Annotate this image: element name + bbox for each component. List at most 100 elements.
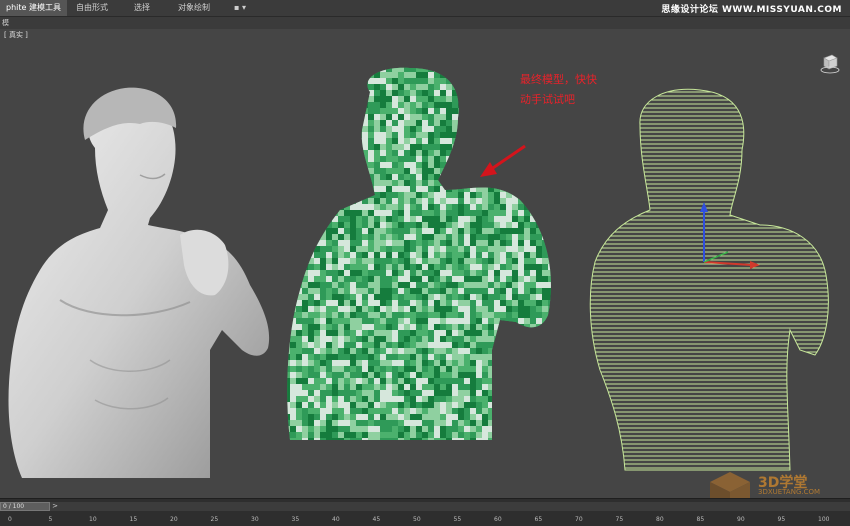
voxel: [350, 156, 356, 162]
voxel: [452, 258, 458, 264]
voxel: [380, 330, 386, 336]
voxel: [434, 90, 440, 96]
voxel: [332, 228, 338, 234]
voxel: [470, 204, 476, 210]
voxel: [416, 192, 422, 198]
voxel: [410, 396, 416, 402]
voxel: [410, 168, 416, 174]
voxel: [404, 366, 410, 372]
voxel: [470, 414, 476, 420]
voxel: [326, 330, 332, 336]
voxel: [548, 336, 551, 342]
voxel: [476, 342, 482, 348]
voxel: [548, 426, 551, 432]
voxel: [524, 240, 530, 246]
ribbon-options-dropdown[interactable]: ▪ ▾: [228, 0, 252, 16]
voxel: [374, 408, 380, 414]
voxel: [422, 67, 428, 72]
voxel: [482, 67, 488, 72]
voxel: [536, 114, 542, 120]
voxel: [524, 354, 530, 360]
voxel: [470, 330, 476, 336]
voxel: [464, 288, 470, 294]
voxel: [314, 246, 320, 252]
voxel: [362, 396, 368, 402]
voxel: [482, 408, 488, 414]
voxel: [428, 180, 434, 186]
voxel: [428, 420, 434, 426]
voxel: [332, 414, 338, 420]
voxel: [338, 282, 344, 288]
voxel: [308, 354, 314, 360]
voxel: [410, 336, 416, 342]
voxel: [452, 90, 458, 96]
voxel: [320, 180, 326, 186]
voxel: [404, 186, 410, 192]
tab-selection[interactable]: 选择: [128, 0, 156, 16]
voxel: [536, 204, 542, 210]
voxel: [290, 306, 296, 312]
voxel: [416, 324, 422, 330]
voxel: [314, 348, 320, 354]
voxel: [398, 102, 404, 108]
voxel: [368, 210, 374, 216]
viewport-perspective[interactable]: [ 真实 ] 最终模型，快快 动手试试吧 3D学堂 3DXUETANG.COM: [0, 30, 850, 508]
voxel: [536, 120, 542, 126]
voxel: [428, 402, 434, 408]
time-slider-track[interactable]: [0, 502, 850, 511]
voxel: [518, 156, 524, 162]
voxel: [398, 144, 404, 150]
voxel: [404, 222, 410, 228]
tab-object-paint[interactable]: 对象绘制: [172, 0, 216, 16]
timeline-ruler[interactable]: 0 5 10 15 20 25 30 35 40 45 50 55 60 65 70 75 80 85 90 95 10…: [0, 513, 850, 526]
voxel: [524, 390, 530, 396]
voxel: [488, 156, 494, 162]
voxel: [302, 348, 308, 354]
voxel: [470, 126, 476, 132]
voxel: [434, 120, 440, 126]
voxel: [416, 282, 422, 288]
voxel: [314, 408, 320, 414]
voxel: [536, 150, 542, 156]
voxel: [410, 312, 416, 318]
voxel: [296, 234, 302, 240]
voxel: [344, 354, 350, 360]
voxel: [458, 270, 464, 276]
voxel: [380, 90, 386, 96]
voxel: [326, 264, 332, 270]
voxel: [554, 276, 560, 282]
voxel: [464, 366, 470, 372]
voxel: [422, 114, 428, 120]
voxel: [344, 390, 350, 396]
voxel: [428, 192, 434, 198]
voxel: [452, 108, 458, 114]
voxel: [434, 162, 440, 168]
voxel: [314, 264, 320, 270]
voxel: [296, 264, 302, 270]
voxel: [332, 126, 338, 132]
voxel: [320, 384, 326, 390]
voxel: [287, 222, 290, 228]
tab-graphite-modeling-tools[interactable]: phite 建模工具: [0, 0, 67, 16]
voxel: [332, 156, 338, 162]
time-slider-next-button[interactable]: >: [50, 502, 60, 511]
voxel: [494, 384, 500, 390]
voxel: [458, 360, 464, 366]
voxel: [458, 210, 464, 216]
voxel: [320, 324, 326, 330]
voxel: [398, 330, 404, 336]
time-slider-thumb[interactable]: 0 / 100: [0, 502, 50, 511]
voxel: [512, 354, 518, 360]
voxel: [380, 150, 386, 156]
voxel: [308, 138, 314, 144]
voxel: [416, 67, 422, 72]
voxel: [506, 396, 512, 402]
voxel: [530, 360, 536, 366]
voxel: [314, 336, 320, 342]
voxel: [452, 204, 458, 210]
voxel: [452, 210, 458, 216]
voxel: [314, 384, 320, 390]
voxel: [344, 192, 350, 198]
tab-freeform[interactable]: 自由形式: [70, 0, 114, 16]
voxel: [428, 72, 434, 78]
